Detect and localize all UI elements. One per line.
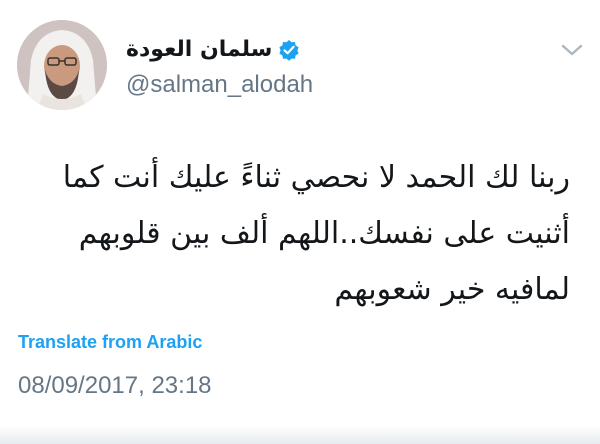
tweet-card: سلمان العودة @salman_alodah ربنا لك الحم… (0, 0, 600, 444)
tweet-text-line: أثنيت على نفسك..اللهم ألف بين قلوبهم (78, 216, 570, 251)
tweet-text-line: لمافيه خير شعوبهم (334, 272, 570, 307)
tweet-text-line: ربنا لك الحمد لا نحصي ثناءً عليك أنت كما (62, 160, 570, 195)
avatar[interactable] (17, 20, 107, 110)
card-bottom-edge (0, 425, 600, 444)
translate-link[interactable]: Translate from Arabic (18, 330, 202, 354)
display-name[interactable]: سلمان العودة (126, 35, 272, 65)
tweet-timestamp[interactable]: 08/09/2017, 23:18 (18, 370, 212, 402)
author-handle[interactable]: @salman_alodah (126, 70, 313, 100)
author-name-row[interactable]: سلمان العودة (126, 34, 300, 66)
avatar-image (17, 20, 107, 110)
tweet-text: ربنا لك الحمد لا نحصي ثناءً عليك أنت كما… (10, 150, 570, 318)
verified-badge-icon (278, 39, 300, 61)
chevron-down-icon[interactable] (560, 42, 584, 56)
